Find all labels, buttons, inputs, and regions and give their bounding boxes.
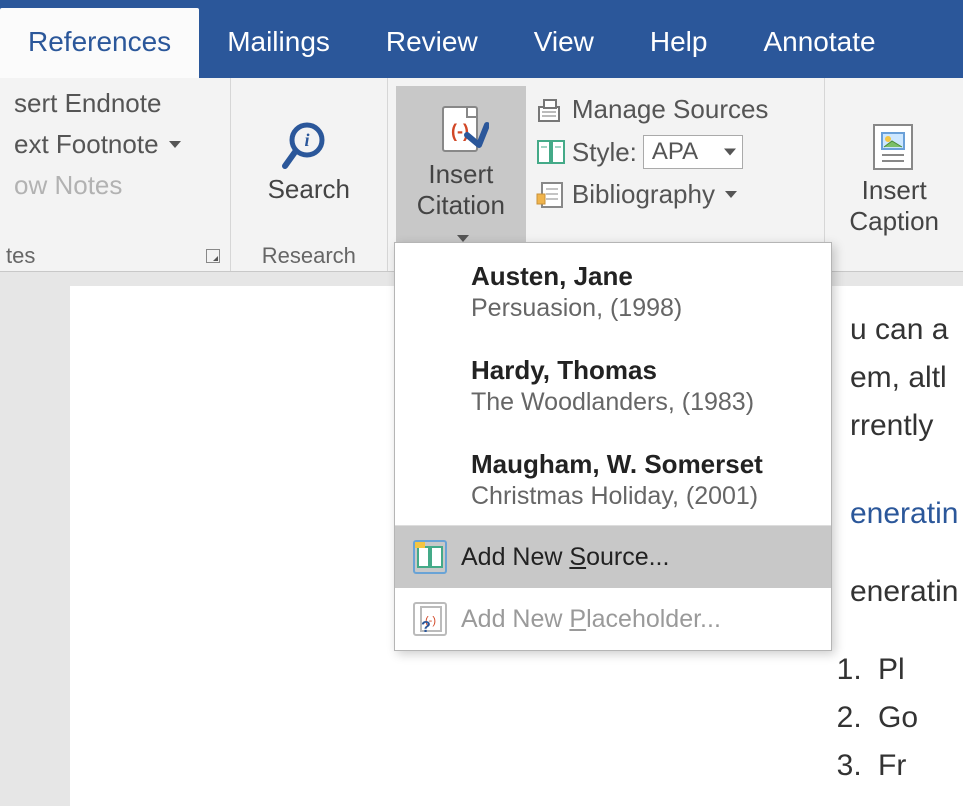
- add-new-placeholder-button: (-) ? Add New Placeholder...: [395, 588, 831, 650]
- search-label: Search: [268, 174, 350, 205]
- bibliography-label: Bibliography: [572, 179, 715, 210]
- citation-title: Christmas Holiday, (2001): [471, 482, 811, 511]
- citation-author: Hardy, Thomas: [471, 355, 811, 386]
- doc-link[interactable]: eneratin: [850, 490, 951, 538]
- doc-numbered-list: Pl Go Fr: [870, 646, 951, 790]
- citation-option[interactable]: Austen, Jane Persuasion, (1998): [395, 243, 831, 337]
- style-icon: [536, 137, 566, 167]
- insert-citation-button[interactable]: (-) Insert Citation: [396, 86, 526, 265]
- tab-review[interactable]: Review: [358, 8, 506, 78]
- tab-references[interactable]: References: [0, 8, 199, 78]
- show-notes-label: ow Notes: [14, 170, 122, 201]
- next-footnote-label: ext Footnote: [14, 129, 159, 160]
- group-research: i Search Research: [231, 78, 388, 271]
- list-item: Pl: [870, 646, 951, 694]
- list-item: Fr: [870, 742, 951, 790]
- style-label: Style:: [572, 137, 637, 168]
- add-new-source-label: Add New Source...: [461, 543, 669, 572]
- tab-mailings[interactable]: Mailings: [199, 8, 358, 78]
- svg-text:i: i: [304, 130, 309, 150]
- manage-sources-icon: [536, 95, 566, 125]
- svg-text:?: ?: [421, 619, 431, 634]
- citation-option[interactable]: Maugham, W. Somerset Christmas Holiday, …: [395, 431, 831, 525]
- dialog-launcher-icon[interactable]: [206, 249, 220, 263]
- next-footnote-button[interactable]: ext Footnote: [8, 127, 222, 162]
- group-footnotes: sert Endnote ext Footnote ow Notes tes: [0, 78, 231, 271]
- style-value: APA: [652, 138, 698, 165]
- insert-caption-label: Insert Caption: [849, 175, 939, 237]
- show-notes-button: ow Notes: [8, 168, 222, 203]
- citation-author: Maugham, W. Somerset: [471, 449, 811, 480]
- doc-text: eneratin: [850, 568, 951, 616]
- add-placeholder-icon: (-) ?: [413, 602, 447, 636]
- chevron-down-icon: [724, 149, 736, 156]
- search-icon: i: [281, 118, 337, 174]
- citation-option[interactable]: Hardy, Thomas The Woodlanders, (1983): [395, 337, 831, 431]
- chevron-down-icon: [457, 235, 469, 242]
- chevron-down-icon: [169, 141, 181, 148]
- doc-text: em, altl: [850, 354, 951, 402]
- insert-endnote-button[interactable]: sert Endnote: [8, 86, 222, 121]
- insert-caption-icon: [866, 119, 922, 175]
- citation-author: Austen, Jane: [471, 261, 811, 292]
- manage-sources-button[interactable]: Manage Sources: [530, 92, 775, 127]
- bibliography-icon: [536, 180, 566, 210]
- citation-title: Persuasion, (1998): [471, 294, 811, 323]
- research-group-label: Research: [262, 243, 356, 269]
- add-new-placeholder-label: Add New Placeholder...: [461, 605, 721, 634]
- insert-caption-button[interactable]: Insert Caption: [833, 86, 955, 265]
- search-button[interactable]: i Search: [252, 86, 366, 239]
- group-captions: Insert Caption: [825, 78, 963, 271]
- insert-citation-label: Insert Citation: [412, 159, 510, 252]
- insert-endnote-label: sert Endnote: [14, 88, 161, 119]
- chevron-down-icon: [725, 191, 737, 198]
- manage-sources-label: Manage Sources: [572, 94, 769, 125]
- style-selector[interactable]: Style: APA: [530, 133, 775, 171]
- tab-annotate[interactable]: Annotate: [735, 8, 903, 78]
- tab-help[interactable]: Help: [622, 8, 736, 78]
- citation-title: The Woodlanders, (1983): [471, 388, 811, 417]
- doc-text: u can a: [850, 306, 951, 354]
- insert-citation-dropdown: Austen, Jane Persuasion, (1998) Hardy, T…: [394, 242, 832, 651]
- bibliography-button[interactable]: Bibliography: [530, 177, 775, 212]
- style-dropdown[interactable]: APA: [643, 135, 743, 169]
- ribbon-tabs: References Mailings Review View Help Ann…: [0, 0, 963, 78]
- footnotes-group-label: tes: [6, 243, 35, 269]
- add-new-source-button[interactable]: Add New Source...: [395, 526, 831, 588]
- tab-view[interactable]: View: [506, 8, 622, 78]
- list-item: Go: [870, 694, 951, 742]
- doc-text: rrently: [850, 402, 951, 450]
- insert-citation-icon: (-): [433, 103, 489, 159]
- add-source-icon: [413, 540, 447, 574]
